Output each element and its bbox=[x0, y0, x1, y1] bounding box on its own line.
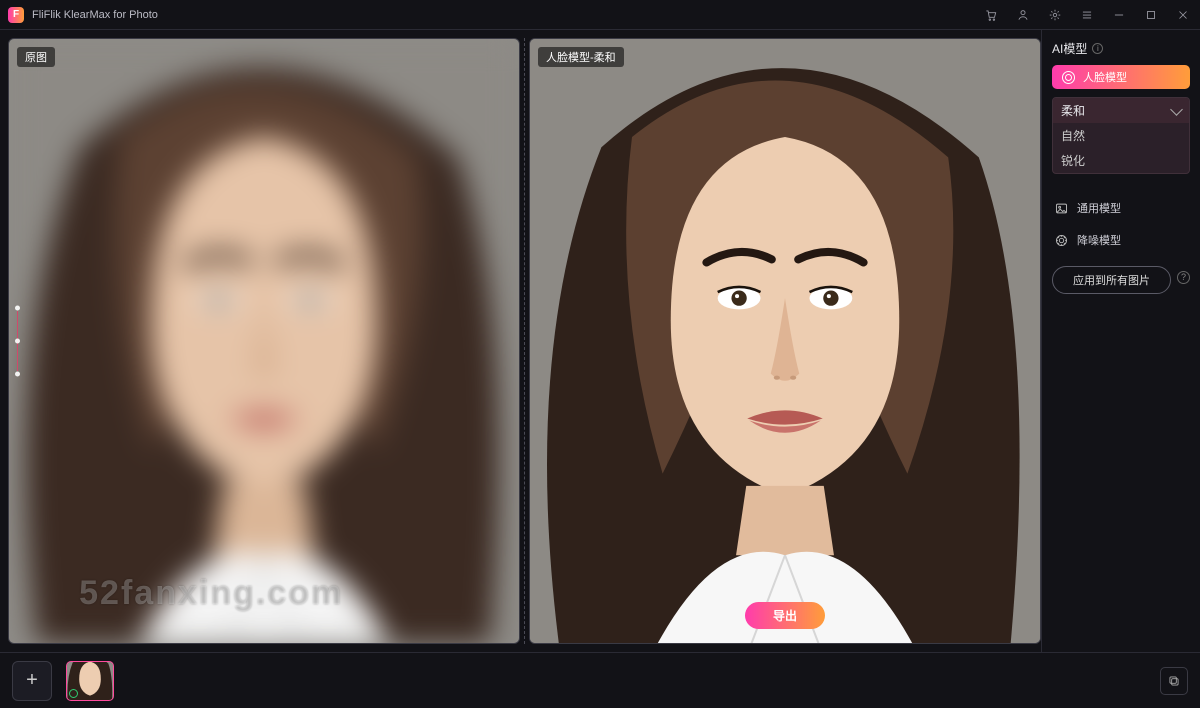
image-thumbnail[interactable] bbox=[66, 661, 114, 701]
dropdown-selected[interactable]: 柔和 bbox=[1053, 98, 1189, 123]
enhanced-label: 人脸模型-柔和 bbox=[538, 47, 624, 67]
face-model-button[interactable]: 人脸模型 bbox=[1052, 65, 1190, 89]
enhanced-image bbox=[530, 39, 1040, 643]
general-model-button[interactable]: 通用模型 bbox=[1052, 196, 1190, 220]
apply-all-button[interactable]: 应用到所有图片 bbox=[1052, 266, 1171, 294]
cart-icon[interactable] bbox=[984, 8, 998, 22]
gear-icon[interactable] bbox=[1048, 8, 1062, 22]
original-label: 原图 bbox=[17, 47, 55, 67]
denoise-icon bbox=[1054, 233, 1069, 248]
minimize-icon[interactable] bbox=[1112, 8, 1126, 22]
preview-original[interactable]: 原图 bbox=[8, 38, 520, 644]
image-icon bbox=[1054, 201, 1069, 216]
pane-divider[interactable] bbox=[524, 38, 525, 644]
export-button[interactable]: 导出 bbox=[745, 602, 825, 629]
ai-model-panel: AI模型 i 人脸模型 柔和 自然 锐化 通用模型 降噪模型 应用到所有图片 bbox=[1041, 30, 1200, 652]
help-icon[interactable]: ? bbox=[1177, 271, 1190, 284]
original-image bbox=[9, 39, 519, 643]
add-image-button[interactable]: + bbox=[12, 661, 52, 701]
duplicate-button[interactable] bbox=[1160, 667, 1188, 695]
denoise-model-button[interactable]: 降噪模型 bbox=[1052, 228, 1190, 252]
panel-title: AI模型 i bbox=[1052, 40, 1190, 57]
face-model-label: 人脸模型 bbox=[1083, 69, 1127, 85]
app-logo: F bbox=[8, 7, 24, 23]
titlebar: F FliFlik KlearMax for Photo bbox=[0, 0, 1200, 30]
maximize-icon[interactable] bbox=[1144, 8, 1158, 22]
main-area: 原图 bbox=[0, 30, 1200, 652]
bottombar: + bbox=[0, 652, 1200, 708]
close-icon[interactable] bbox=[1176, 8, 1190, 22]
dropdown-option-sharpen[interactable]: 锐化 bbox=[1053, 148, 1189, 173]
thumbnail-status-icon bbox=[69, 689, 78, 698]
compare-slider-dots[interactable] bbox=[15, 306, 20, 377]
general-model-label: 通用模型 bbox=[1077, 200, 1121, 216]
preview-compare: 原图 bbox=[0, 30, 1041, 652]
copy-icon bbox=[1167, 674, 1181, 688]
face-model-icon bbox=[1062, 71, 1075, 84]
menu-icon[interactable] bbox=[1080, 8, 1094, 22]
info-icon[interactable]: i bbox=[1092, 43, 1103, 54]
user-icon[interactable] bbox=[1016, 8, 1030, 22]
app-title: FliFlik KlearMax for Photo bbox=[32, 9, 158, 21]
chevron-down-icon bbox=[1170, 103, 1183, 116]
face-model-dropdown[interactable]: 柔和 自然 锐化 bbox=[1052, 97, 1190, 174]
denoise-model-label: 降噪模型 bbox=[1077, 232, 1121, 248]
preview-enhanced[interactable]: 人脸模型-柔和 bbox=[529, 38, 1041, 644]
dropdown-option-natural[interactable]: 自然 bbox=[1053, 123, 1189, 148]
